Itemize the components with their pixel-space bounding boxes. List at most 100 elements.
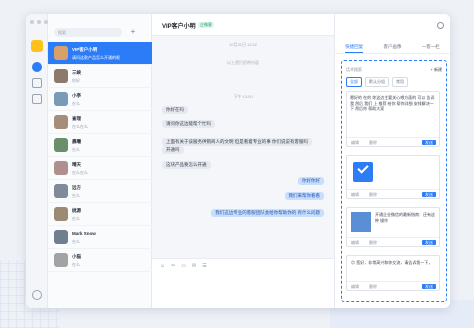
send-button[interactable]: 发送 [422, 191, 436, 197]
send-button[interactable]: 发送 [422, 139, 436, 145]
quick-reply-highlight-region: 话术搜索 + 新建 全部 默认分组 常用 嗯好的 在的 你这边主要关心哪方面的 可以… [341, 60, 447, 302]
reply-card-footer: 编辑 删除 发送 [347, 189, 439, 198]
conversation-item[interactable]: 小猫 在么 [48, 249, 152, 272]
conversation-name: 晨曦 [72, 139, 81, 144]
delete-button[interactable]: 删除 [369, 284, 377, 290]
conversation-name: 小猫 [72, 254, 81, 259]
conversation-preview: 在么在么 [72, 170, 88, 175]
conversation-preview: 在么 [72, 147, 80, 152]
new-reply-button[interactable]: + 新建 [431, 67, 442, 73]
chat-header: VIP客户小明 企微客 [152, 14, 334, 36]
message-bubble: 请问你这边能帮个忙吗 [162, 120, 215, 128]
avatar [54, 46, 68, 60]
avatar [54, 207, 68, 221]
emoji-icon[interactable]: ☺ [160, 263, 165, 269]
reply-card-text: 😊 您好，非常高兴和你交流，请告诉我一下， [351, 260, 433, 265]
send-button[interactable]: 发送 [422, 283, 436, 289]
checkmark-image-icon [353, 162, 373, 182]
reply-card[interactable]: 嗯好的 在的 你这边主要关心哪方面的 可以 告诉我 然后 我们 上 推荐 给你 … [346, 91, 440, 147]
message-composer[interactable]: ☺ ✂ ▭ ✉ ☰ [152, 258, 334, 308]
message-bubble: 这块产品要怎么开通 [162, 161, 211, 169]
conversation-list-pane: 搜索 + VIP客户小明 请问这款产品怎么开通的呢 三峡 你好 小亭 在么 查理 在么在么 晨曦… [48, 14, 152, 308]
avatar [54, 230, 68, 244]
conversation-name: 桃源 [72, 208, 81, 213]
conversation-preview: 在么 [72, 262, 80, 267]
panel-tab[interactable]: 一客一栏 [422, 42, 440, 53]
group-segment[interactable]: 默认分组 [365, 77, 389, 87]
conversation-preview: 在么在么 [72, 124, 88, 129]
conversation-name: 远方 [72, 185, 81, 190]
conversation-name: Mark Snow [72, 231, 96, 236]
panel-tab[interactable]: 快捷回复 [345, 42, 364, 53]
conversation-preview: 你好 [72, 78, 80, 83]
avatar [54, 69, 68, 83]
group-segment[interactable]: 全部 [346, 77, 362, 87]
panel-tab[interactable]: 客户画像 [383, 42, 401, 53]
conversation-item[interactable]: 小亭 在么 [48, 88, 152, 111]
reply-bubble: 你好你好 [298, 177, 324, 185]
conversation-item[interactable]: 晨曦 在么 [48, 134, 152, 157]
reply-card-link[interactable]: 开通企业微信的最新指南：还有这种 操作 编辑 删除 发送 [346, 207, 440, 247]
doc-nav-icon[interactable] [32, 78, 42, 88]
conversation-item[interactable]: VIP客户小明请问这款产品怎么开通的呢 [48, 42, 152, 65]
conversation-item[interactable]: 远方 在么 [48, 180, 152, 203]
grid-nav-icon[interactable] [32, 94, 42, 104]
conversation-name: 查理 [72, 116, 81, 121]
edit-button[interactable]: 编辑 [351, 284, 359, 290]
avatar [54, 115, 68, 129]
delete-button[interactable]: 删除 [369, 240, 377, 246]
edit-button[interactable]: 编辑 [351, 192, 359, 198]
list-icon[interactable]: ☰ [202, 263, 206, 269]
reply-search-input[interactable]: 话术搜索 [346, 67, 362, 73]
conversation-item[interactable]: Mark Snow 在么 [48, 226, 152, 249]
avatar [54, 92, 68, 106]
conversation-item[interactable]: 三峡 你好 [48, 65, 152, 88]
conversation-name: 晴天 [72, 162, 81, 167]
link-thumbnail-image [351, 212, 371, 232]
conversation-item[interactable]: 桃源 在么 [48, 203, 152, 226]
message-bubble: 上面有关于该服务供销商人的文明 但是看着专业的事 你们说说有客服吗 [162, 138, 312, 146]
edit-button[interactable]: 编辑 [351, 140, 359, 146]
system-timestamp: 下午 13:00 [233, 94, 253, 99]
chat-nav-icon[interactable] [32, 62, 42, 72]
search-input[interactable]: 搜索 [54, 28, 122, 37]
settings-icon[interactable] [32, 290, 42, 300]
group-segment[interactable]: 常用 [392, 77, 408, 87]
conversation-preview: 在么 [72, 193, 80, 198]
chat-title: VIP客户小明 [162, 24, 196, 30]
conversation-preview: 在么 [72, 239, 80, 244]
avatar [54, 138, 68, 152]
reply-card[interactable]: 😊 您好，非常高兴和你交流，请告诉我一下， 编辑 删除 发送 [346, 255, 440, 291]
conversation-item[interactable]: 晴天 在么在么 [48, 157, 152, 180]
image-icon[interactable]: ▭ [181, 263, 186, 269]
conversation-preview: 请问这款产品怎么开通的呢 [72, 55, 120, 60]
message-bubble: 开通吗 [162, 146, 184, 154]
chat-pane: VIP客户小明 企微客 10月31日 11:52 以上是打招呼内容 下午 13:… [152, 14, 334, 308]
message-bubble: 你好在吗 [162, 106, 188, 114]
avatar [54, 161, 68, 175]
conversation-name: 三峡 [72, 70, 81, 75]
scissors-icon[interactable]: ✂ [171, 263, 175, 269]
delete-button[interactable]: 删除 [369, 192, 377, 198]
reply-card-footer: 编辑 删除 发送 [347, 281, 439, 290]
minimize-dot[interactable] [37, 20, 41, 24]
avatar [54, 184, 68, 198]
user-profile-icon[interactable] [437, 22, 444, 29]
send-button[interactable]: 发送 [422, 239, 436, 245]
reply-bubble: 我们这边专业的客服团队会给你帮助你的 有什么问题 [211, 209, 324, 217]
reply-card-image[interactable]: 编辑 删除 发送 [346, 155, 440, 199]
close-dot[interactable] [30, 20, 34, 24]
window-controls [30, 20, 48, 24]
delete-button[interactable]: 删除 [369, 140, 377, 146]
mail-icon[interactable]: ✉ [192, 263, 196, 269]
app-window: 搜索 + VIP客户小明 请问这款产品怎么开通的呢 三峡 你好 小亭 在么 查理 在么在么 晨曦… [26, 14, 450, 308]
edit-button[interactable]: 编辑 [351, 240, 359, 246]
nav-rail [26, 14, 48, 308]
conversation-item[interactable]: 查理 在么在么 [48, 111, 152, 134]
add-conversation-icon[interactable]: + [128, 28, 138, 37]
avatar [54, 253, 68, 267]
reply-card-link-title: 开通企业微信的最新指南：还有这种 操作 [375, 212, 435, 223]
conversation-list: VIP客户小明 请问这款产品怎么开通的呢 三峡 你好 小亭 在么 查理 在么在么 晨曦 在么 晴天在… [48, 42, 152, 272]
app-logo-icon [31, 40, 43, 52]
conversation-name: VIP客户小明 [72, 47, 98, 52]
